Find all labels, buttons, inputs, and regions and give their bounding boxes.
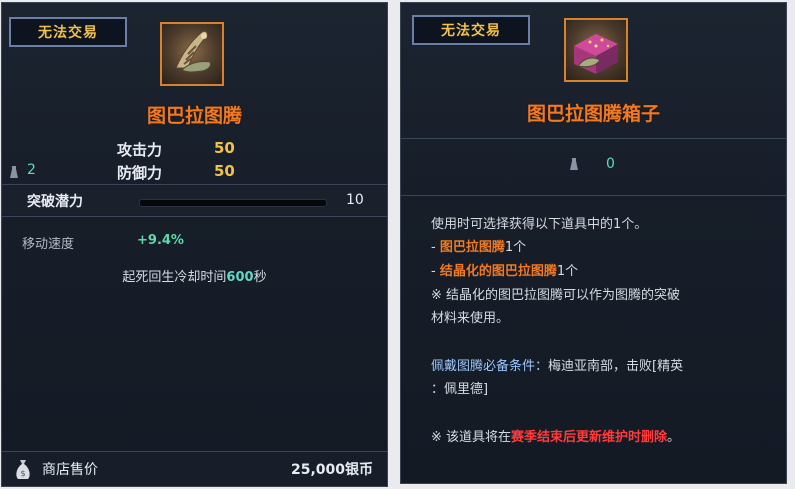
breakthrough-label: 突破潜力	[27, 194, 83, 210]
desc-line: ※ 结晶化的图巴拉图腾可以作为图腾的突破	[431, 288, 681, 303]
revive-seconds: 600	[226, 270, 254, 285]
revive-prefix: 起死回生冷却时间	[122, 270, 227, 285]
untradeable-badge: 无法交易	[412, 15, 530, 45]
move-speed-label: 移动速度	[22, 237, 75, 252]
shop-price-value: 25,000银币	[290, 462, 373, 478]
item-title: 图巴拉图腾箱子	[526, 103, 660, 125]
desc-option-line: - 结晶化的图巴拉图腾1个	[431, 260, 578, 279]
defense-value: 50	[214, 162, 235, 180]
desc-line: 材料来使用。	[431, 311, 510, 326]
money-bag-icon: $	[16, 460, 30, 479]
warning-prefix: ※ 该道具将在	[431, 430, 512, 445]
breakthrough-value: 10	[346, 192, 364, 208]
requirement-label: 佩戴图腾必备条件：	[431, 359, 549, 374]
item-icon-slot[interactable]	[160, 22, 224, 86]
requirement-text: 梅迪亚南部，击败[精英	[548, 359, 684, 374]
attack-value: 50	[214, 139, 235, 157]
desc-line: 使用时可选择获得以下道具中的1个。	[431, 217, 648, 232]
move-speed-value: +9.4%	[137, 233, 184, 248]
revive-suffix: 秒	[253, 270, 267, 285]
requirement-line-cont: ：佩里德]	[431, 382, 489, 397]
weight-value: 0	[606, 156, 615, 172]
item-title: 图巴拉图腾	[146, 105, 242, 127]
option-count: 1个	[504, 240, 527, 255]
revive-cooldown-text: 起死回生冷却时间600秒	[2, 266, 387, 285]
item-tooltip-totem: 无法交易 图巴拉图腾 攻击力 50 防御力 50 2 突破潜力 10 移动速度 …	[1, 2, 388, 487]
weight-icon	[10, 166, 18, 178]
warning-highlight: 赛季结束后更新维护时删除	[511, 430, 668, 445]
divider	[401, 195, 786, 196]
divider	[2, 216, 387, 217]
svg-text:$: $	[20, 469, 25, 478]
item-icon-slot[interactable]	[564, 18, 628, 82]
divider	[401, 138, 786, 139]
dash: -	[431, 240, 440, 255]
weight-icon	[570, 158, 578, 170]
option-count: 1个	[556, 264, 579, 279]
totem-box-icon	[574, 34, 618, 74]
totem-claw-icon	[175, 30, 211, 73]
desc-option-line: - 图巴拉图腾1个	[431, 236, 526, 255]
requirement-line: 佩戴图腾必备条件：梅迪亚南部，击败[精英	[431, 355, 683, 374]
breakthrough-progress-bar	[139, 199, 327, 207]
untradeable-badge: 无法交易	[9, 17, 127, 47]
shop-price-label: 商店售价	[42, 462, 98, 478]
defense-label: 防御力	[117, 164, 163, 182]
attack-label: 攻击力	[117, 141, 163, 159]
warning-suffix: 。	[667, 430, 681, 445]
deletion-warning: ※ 该道具将在赛季结束后更新维护时删除。	[431, 426, 680, 445]
option-item-name: 结晶化的图巴拉图腾	[439, 264, 557, 279]
item-tooltip-totem-box: 无法交易 图巴拉图腾箱子 0 使用时可选择获得以下道具中的1个。 - 图巴拉图腾…	[400, 2, 787, 484]
weight-value: 2	[27, 162, 36, 178]
dash: -	[431, 264, 440, 279]
option-item-name: 图巴拉图腾	[439, 240, 505, 255]
